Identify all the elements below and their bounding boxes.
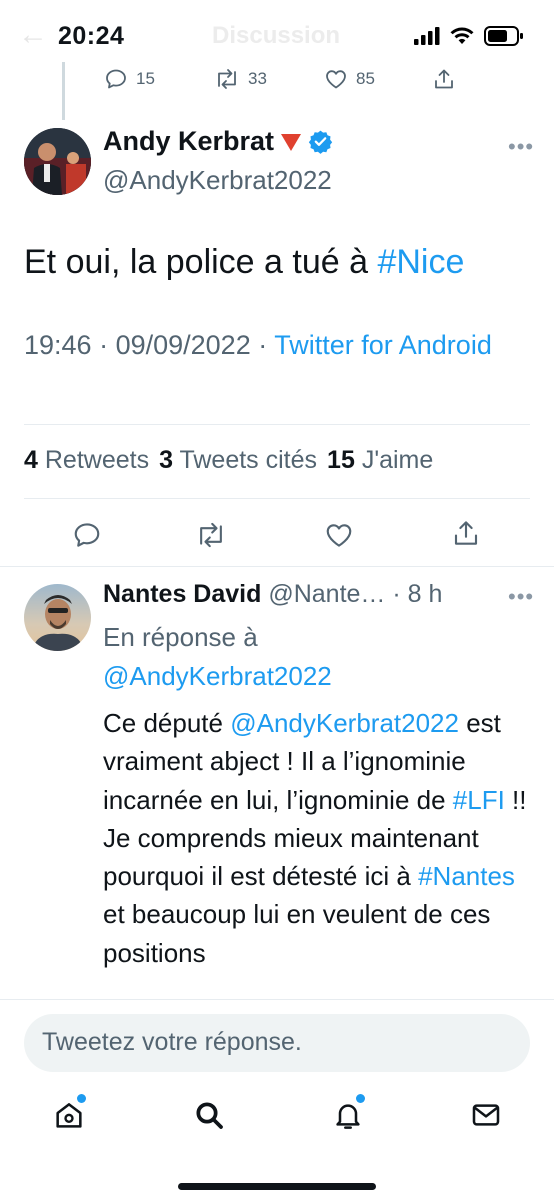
likes-count: 15 [327, 446, 355, 474]
share-action[interactable] [432, 67, 456, 91]
status-time: 20:24 [58, 22, 125, 50]
thread-line [62, 62, 65, 120]
home-icon [56, 1103, 82, 1128]
reply-author-handle[interactable]: @Nante… [268, 580, 385, 608]
notification-dot [356, 1094, 365, 1103]
tweet-text: Et oui, la police a tué à #Nice [24, 240, 464, 284]
reply-age: 8 h [407, 580, 443, 608]
signal-icon [414, 27, 440, 45]
retweet-count: 33 [248, 69, 267, 88]
hashtag-link[interactable]: #Nantes [418, 861, 515, 891]
hashtag-link[interactable]: #LFI [453, 785, 505, 815]
verified-badge-icon [308, 130, 333, 154]
reply-author-name[interactable]: Nantes David [103, 580, 261, 608]
home-indicator [178, 1183, 376, 1190]
author-handle[interactable]: @AndyKerbrat2022 [103, 165, 332, 196]
tab-home[interactable] [44, 1090, 94, 1140]
retweets-stat[interactable]: 4 Retweets [24, 446, 149, 475]
tweet-date: 09/09/2022 [115, 330, 251, 360]
like-count: 85 [356, 69, 375, 88]
reply-avatar[interactable] [24, 584, 91, 651]
status-bar: ← Discussion 20:24 [0, 0, 554, 70]
author-name[interactable]: Andy Kerbrat [103, 126, 333, 157]
hashtag-link[interactable]: #Nice [377, 243, 464, 281]
retweets-label: Retweets [44, 446, 150, 474]
retweet-action[interactable]: 33 [214, 67, 267, 91]
avatar-photo [24, 584, 91, 651]
tab-notifications[interactable] [323, 1090, 373, 1140]
status-icons [414, 26, 524, 46]
page-title: Discussion [212, 22, 341, 49]
reply-header: Nantes David @Nante… · 8 h [103, 580, 443, 608]
divider [0, 566, 554, 567]
heart-icon [326, 70, 346, 89]
retweet-icon [218, 69, 236, 89]
prev-tweet-actions: 15 33 85 [104, 66, 464, 92]
reply-icon [106, 69, 126, 89]
compose-bar: Tweetez votre réponse. [0, 999, 554, 1200]
search-icon [196, 1102, 223, 1129]
retweets-count: 4 [24, 446, 38, 474]
tweet-text-body: Et oui, la police a tué à [24, 243, 378, 281]
retweet-icon[interactable] [195, 520, 227, 550]
author-name-text: Andy Kerbrat [103, 126, 275, 156]
avatar[interactable] [24, 128, 91, 195]
divider [24, 498, 530, 499]
in-reply-label: En réponse à [103, 622, 258, 652]
wifi-icon [450, 27, 474, 44]
bell-icon [336, 1104, 360, 1129]
avatar-photo [24, 128, 91, 195]
likes-stat[interactable]: 15 J'aime [327, 446, 433, 475]
likes-label: J'aime [361, 446, 434, 474]
notification-dot [77, 1094, 86, 1103]
heart-icon[interactable] [324, 520, 354, 550]
more-options-icon[interactable]: ••• [508, 134, 534, 160]
quotes-count: 3 [159, 446, 173, 474]
tweet-source-link[interactable]: Twitter for Android [274, 330, 492, 360]
share-icon[interactable] [451, 518, 481, 548]
battery-icon [484, 26, 523, 46]
reply-text: Ce député @AndyKerbrat2022 est vraiment … [103, 704, 533, 1000]
more-options-icon[interactable]: ••• [508, 584, 534, 610]
in-reply-handle[interactable]: @AndyKerbrat2022 [103, 657, 523, 696]
share-icon [435, 69, 453, 89]
divider [24, 424, 530, 425]
red-triangle-icon [281, 133, 302, 151]
mention-link[interactable]: @AndyKerbrat2022 [230, 708, 459, 738]
reply-icon[interactable] [72, 520, 102, 550]
tab-messages[interactable] [461, 1090, 511, 1140]
mail-icon [472, 1104, 500, 1126]
like-action[interactable]: 85 [324, 67, 375, 91]
tweet-time: 19:46 [24, 330, 92, 360]
quotes-label: Tweets cités [179, 446, 318, 474]
reply-count: 15 [136, 69, 155, 88]
reply-text-part: Ce député [103, 708, 231, 738]
tab-search[interactable] [184, 1090, 234, 1140]
quotes-stat[interactable]: 3 Tweets cités [159, 446, 317, 475]
tab-bar [0, 1090, 554, 1140]
reply-action[interactable]: 15 [104, 67, 155, 91]
back-arrow-icon[interactable]: ← [18, 18, 48, 52]
reply-input[interactable]: Tweetez votre réponse. [24, 1014, 530, 1072]
tweet-stats: 4 Retweets 3 Tweets cités 15 J'aime [24, 446, 433, 475]
in-reply-to: En réponse à @AndyKerbrat2022 [103, 618, 523, 695]
reply-text-part: et beaucoup lui en veulent de ces positi… [103, 899, 491, 968]
tweet-meta: 19:46 · 09/09/2022 · Twitter for Android [24, 330, 492, 360]
